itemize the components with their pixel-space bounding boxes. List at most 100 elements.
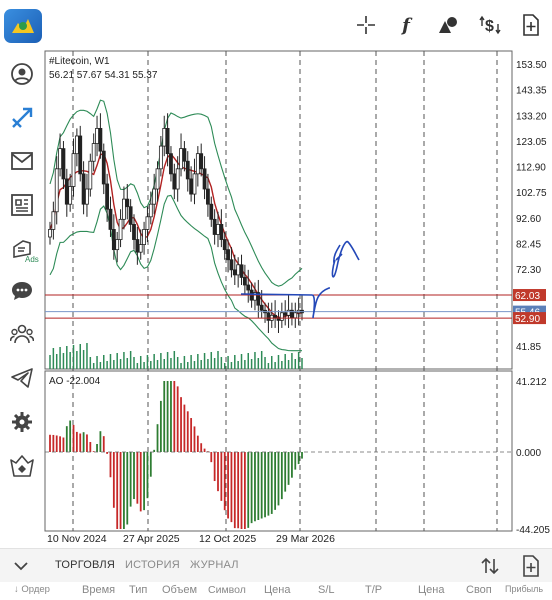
candle-body-53	[226, 249, 230, 261]
candle-body-4	[61, 148, 66, 180]
app-logo-icon[interactable]	[4, 9, 42, 43]
add-document-icon[interactable]	[518, 12, 544, 38]
candle-body-31	[152, 188, 157, 205]
candle-body-22	[122, 198, 126, 220]
candle-body-41	[185, 160, 190, 180]
indicators-button[interactable]: f	[393, 12, 419, 38]
candle-body-19	[111, 229, 116, 251]
price-tick-2: 133.20	[516, 111, 547, 122]
svg-text:$: $	[485, 18, 494, 35]
candle-body-63	[259, 304, 264, 311]
col-sl[interactable]: S/L	[318, 584, 335, 596]
candle-body-18	[108, 208, 113, 230]
candle-body-47	[206, 188, 210, 205]
candle-body-21	[118, 218, 123, 240]
candle-body-34	[162, 128, 167, 147]
candle-body-20	[115, 239, 120, 251]
app-root: f $ Ads 153.50 143.35 133.20 123.05 112.…	[0, 0, 552, 600]
candle-body-42	[189, 178, 194, 195]
candle-body-33	[158, 145, 163, 170]
sort-icon[interactable]	[480, 556, 500, 581]
candle-body-69	[279, 312, 284, 321]
date-tick-3: 29 Mar 2026	[276, 533, 335, 545]
price-axis: 153.50 143.35 133.20 123.05 112.90 102.75 92.6…	[513, 60, 547, 353]
candle-body-6	[68, 186, 73, 205]
col-order-label: Ордер	[21, 584, 50, 595]
candle-body-25	[132, 223, 136, 240]
candle-body-10	[81, 173, 86, 205]
col-swap[interactable]: Своп	[466, 584, 492, 596]
col-price[interactable]: Цена	[264, 584, 290, 596]
shapes-icon[interactable]	[435, 12, 461, 38]
tab-trade[interactable]: ТОРГОВЛЯ	[55, 559, 115, 571]
ao-label: AO -22.004	[49, 376, 101, 387]
candle-body-65	[266, 312, 271, 321]
col-time[interactable]: Время	[82, 584, 115, 596]
candle-body-37	[172, 173, 177, 190]
candle-body-71	[286, 309, 291, 316]
candle-body-45	[199, 153, 204, 170]
candle-body-11	[85, 188, 89, 205]
candle-body-14	[95, 128, 99, 144]
col-type[interactable]: Тип	[129, 584, 147, 596]
col-volume[interactable]: Объем	[162, 584, 197, 596]
tab-journal[interactable]: ЖУРНАЛ	[190, 559, 239, 571]
ao-tick-1: 0.000	[516, 448, 541, 459]
candle-body-26	[135, 239, 140, 253]
date-tick-0: 10 Nov 2024	[47, 533, 107, 545]
candle-body-43	[192, 173, 197, 195]
candle-body-58	[242, 277, 247, 286]
candle-body-13	[91, 143, 96, 162]
price-tick-0: 153.50	[516, 60, 547, 71]
dollar-arrows-icon[interactable]: $	[477, 12, 503, 38]
candle-body-51	[219, 223, 224, 240]
candle-body-57	[239, 264, 244, 278]
col-symbol[interactable]: Символ	[208, 584, 246, 596]
price-tag-2: 52.90	[515, 314, 540, 325]
chart-area[interactable]: 153.50 143.35 133.20 123.05 112.90 102.75 92.6…	[0, 50, 552, 547]
candle-body-30	[148, 203, 153, 218]
candle-body-24	[128, 206, 133, 225]
candle-body-23	[125, 198, 130, 208]
candle-body-52	[222, 239, 227, 251]
crosshair-icon[interactable]	[353, 12, 379, 38]
date-axis: 10 Nov 2024 27 Apr 2025 12 Oct 2025 29 Mar …	[47, 533, 335, 545]
price-tick-6: 92.60	[516, 214, 541, 225]
price-tick-8: 72.30	[516, 265, 541, 276]
price-tag-0: 62.03	[515, 291, 540, 302]
col-profit[interactable]: Прибыль	[505, 584, 543, 594]
chart-canvas[interactable]: 153.50 143.35 133.20 123.05 112.90 102.75 92.6…	[0, 50, 552, 547]
date-tick-1: 27 Apr 2025	[123, 533, 180, 545]
candle-body-9	[78, 135, 83, 175]
candle-body-40	[182, 148, 187, 162]
ao-tick-2: -44.205	[516, 525, 550, 536]
orders-column-header: ↓ Ордер Время Тип Объем Символ Цена S/L …	[0, 582, 552, 600]
col-close-price[interactable]: Цена	[418, 584, 444, 596]
candle-body-50	[216, 223, 220, 235]
candle-body-49	[212, 218, 217, 235]
price-tick-4: 112.90	[516, 163, 546, 174]
candle-body-0	[48, 229, 52, 238]
price-tick-7: 82.45	[516, 239, 541, 250]
price-tick-3: 123.05	[516, 137, 547, 148]
candle-body-1	[51, 211, 56, 230]
candle-body-46	[202, 168, 207, 190]
candle-body-27	[138, 244, 143, 253]
top-toolbar: f $	[0, 0, 552, 50]
candle-body-12	[88, 160, 93, 190]
col-tp[interactable]: T/P	[365, 584, 382, 596]
bottom-tab-bar: ТОРГОВЛЯ ИСТОРИЯ ЖУРНАЛ	[0, 548, 552, 582]
candle-body-16	[101, 150, 106, 185]
tab-history[interactable]: ИСТОРИЯ	[125, 559, 180, 571]
ao-panel-frame	[44, 370, 513, 532]
candle-body-29	[145, 216, 150, 230]
candle-body-8	[74, 135, 79, 155]
candle-body-35	[165, 128, 170, 155]
price-tick-1: 143.35	[516, 86, 547, 97]
add-order-icon[interactable]	[522, 555, 540, 582]
date-tick-2: 12 Oct 2025	[199, 533, 256, 545]
chevron-down-icon[interactable]	[14, 558, 28, 576]
candle-body-55	[232, 269, 237, 276]
col-order[interactable]: ↓ Ордер	[14, 584, 50, 595]
ohlc-label: 56.21 57.67 54.31 55.37	[49, 70, 158, 81]
